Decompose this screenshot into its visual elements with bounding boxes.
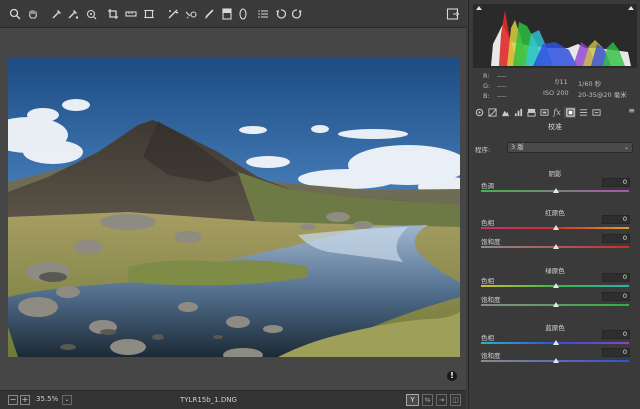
rotate-left-icon[interactable] xyxy=(274,7,288,21)
shadows-section-title: 阴影 xyxy=(548,170,562,178)
tab-lens[interactable] xyxy=(538,107,550,118)
red-hue-value[interactable]: 0 xyxy=(602,215,630,224)
chevron-down-icon: ⌄ xyxy=(623,144,629,151)
red-hue-label: 色相 xyxy=(481,219,494,227)
transform-icon[interactable] xyxy=(142,7,156,21)
preferences-icon[interactable] xyxy=(256,7,270,21)
swap-view-button[interactable]: ⇆ xyxy=(422,394,433,406)
adjustment-brush-icon[interactable] xyxy=(202,7,216,21)
g-value: ---- xyxy=(497,82,507,90)
shadows-tint-slider-row: 色调 0 xyxy=(475,178,635,198)
targeted-adjustment-icon[interactable] xyxy=(84,7,98,21)
green-saturation-value[interactable]: 0 xyxy=(602,292,630,301)
red-eye-icon[interactable]: + xyxy=(184,7,198,21)
tab-hsl[interactable] xyxy=(512,107,524,118)
blue-hue-thumb[interactable] xyxy=(553,340,559,345)
green-hue-slider-row: 色相 0 xyxy=(475,273,635,293)
blue-saturation-slider-row: 饱和度 0 xyxy=(475,348,635,368)
rotate-right-icon[interactable] xyxy=(290,7,304,21)
file-name: TYLR15b_1.DNG xyxy=(180,396,237,404)
photo-preview[interactable] xyxy=(8,57,460,357)
r-label: R: xyxy=(483,72,490,80)
process-dropdown[interactable]: 3 版 ⌄ xyxy=(507,142,633,153)
red-saturation-value[interactable]: 0 xyxy=(602,234,630,243)
panel-tabs: fx ≡ xyxy=(473,106,637,118)
toggle-view-button[interactable]: ◫ xyxy=(450,394,461,406)
r-value: ---- xyxy=(497,72,507,80)
readout: R: ---- G: ---- B: ---- f/11 1/60 秒 ISO … xyxy=(473,70,637,104)
green-hue-value[interactable]: 0 xyxy=(602,273,630,282)
blue-hue-label: 色相 xyxy=(481,334,494,342)
b-label: B: xyxy=(483,92,490,100)
blue-hue-value[interactable]: 0 xyxy=(602,330,630,339)
blue-saturation-thumb[interactable] xyxy=(553,358,559,363)
graduated-filter-icon[interactable] xyxy=(220,7,234,21)
tab-presets[interactable] xyxy=(577,107,589,118)
iso-value: ISO 200 xyxy=(543,89,569,97)
tab-detail[interactable] xyxy=(499,107,511,118)
shutter-value: 1/60 秒 xyxy=(578,80,602,88)
tab-camera-calibration[interactable] xyxy=(564,106,576,118)
process-value: 3 版 xyxy=(511,143,524,151)
copy-settings-button[interactable]: ⇥ xyxy=(436,394,447,406)
g-label: G: xyxy=(483,82,491,90)
zoom-in-button[interactable]: + xyxy=(20,395,30,405)
blue-saturation-label: 饱和度 xyxy=(481,352,501,360)
zoom-out-button[interactable]: − xyxy=(8,395,18,405)
crop-icon[interactable] xyxy=(106,7,120,21)
process-label: 程序: xyxy=(475,146,491,154)
shadows-tint-value[interactable]: 0 xyxy=(602,178,630,187)
shadows-tint-label: 色调 xyxy=(481,182,494,190)
panel-menu-icon[interactable]: ≡ xyxy=(628,106,635,115)
green-hue-label: 色相 xyxy=(481,277,494,285)
green-saturation-slider-row: 饱和度 0 xyxy=(475,292,635,312)
red-saturation-slider-row: 饱和度 0 xyxy=(475,234,635,254)
tab-tone-curve[interactable] xyxy=(486,107,498,118)
b-value: ---- xyxy=(497,92,507,100)
green-saturation-label: 饱和度 xyxy=(481,296,501,304)
straighten-icon[interactable] xyxy=(124,7,138,21)
status-bar: − + 35.5% ⌄ TYLR15b_1.DNG Y ⇆ ⇥ ◫ xyxy=(0,390,466,409)
fullscreen-toggle-icon[interactable] xyxy=(446,7,460,21)
tab-snapshots[interactable] xyxy=(590,107,602,118)
tab-split-toning[interactable] xyxy=(525,107,537,118)
red-saturation-label: 饱和度 xyxy=(481,238,501,246)
landscape-photo xyxy=(8,57,460,357)
histogram xyxy=(473,4,637,68)
color-sampler-icon[interactable] xyxy=(66,7,80,21)
green-saturation-thumb[interactable] xyxy=(553,302,559,307)
shadows-tint-thumb[interactable] xyxy=(553,188,559,193)
spot-removal-icon[interactable] xyxy=(166,7,180,21)
before-after-toggle-button[interactable]: Y xyxy=(406,394,419,406)
radial-filter-icon[interactable] xyxy=(236,7,250,21)
red-hue-thumb[interactable] xyxy=(553,225,559,230)
tab-effects[interactable]: fx xyxy=(551,107,563,118)
svg-text:+: + xyxy=(186,15,189,20)
blue-saturation-value[interactable]: 0 xyxy=(602,348,630,357)
toolbar: + xyxy=(0,0,466,28)
zoom-level: 35.5% xyxy=(36,395,59,403)
adjustment-panel: R: ---- G: ---- B: ---- f/11 1/60 秒 ISO … xyxy=(468,0,640,409)
blue-hue-slider-row: 色相 0 xyxy=(475,330,635,350)
zoom-dropdown[interactable]: ⌄ xyxy=(62,395,72,405)
red-hue-slider-row: 色相 0 xyxy=(475,215,635,235)
red-saturation-thumb[interactable] xyxy=(553,244,559,249)
hand-icon[interactable] xyxy=(26,7,40,21)
green-hue-thumb[interactable] xyxy=(553,283,559,288)
white-balance-icon[interactable] xyxy=(50,7,64,21)
tab-basic[interactable] xyxy=(473,107,485,118)
warning-icon[interactable]: ! xyxy=(447,371,457,381)
zoom-icon[interactable] xyxy=(8,7,22,21)
panel-title: 校准 xyxy=(548,123,562,131)
aperture-value: f/11 xyxy=(555,78,568,86)
process-selector: 程序: 3 版 ⌄ xyxy=(475,142,635,154)
image-canvas[interactable]: ! xyxy=(0,28,466,390)
lens-value: 20-35@20 毫米 xyxy=(578,91,627,99)
